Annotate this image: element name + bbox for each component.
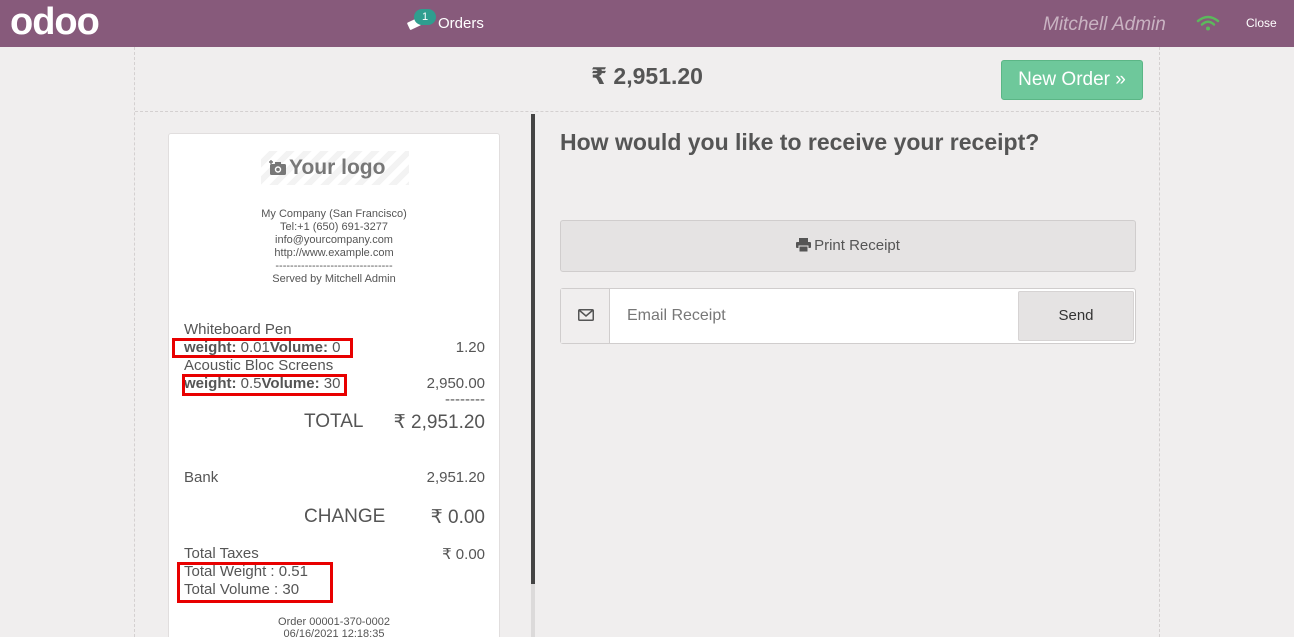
receipt-question: How would you like to receive your recei… [560,129,1040,155]
panel-divider [531,114,535,584]
served-by: Served by Mitchell Admin [272,273,396,285]
receipt-separator: -------- [445,391,485,408]
email-icon-box [561,289,610,343]
payment-amount: 2,951.20 [426,469,485,486]
top-bar: odoo 1 Orders Mitchell Admin Close [0,0,1294,47]
wifi-icon [1196,15,1220,31]
send-button[interactable]: Send [1018,291,1134,341]
company-phone: Tel:+1 (650) 691-3277 [280,221,388,233]
svg-text:odoo: odoo [10,4,99,42]
company-logo-placeholder: Your logo [261,151,409,185]
receipt-item-name: Whiteboard Pen [184,321,292,338]
highlight-box [172,338,353,358]
camera-icon [269,160,286,175]
taxes-label: Total Taxes [184,545,259,562]
print-icon [796,238,812,253]
highlight-box [177,562,333,603]
company-name: My Company (San Francisco) [261,208,407,220]
receipt-total: TOTAL ₹ 2,951.20 [304,411,485,434]
receipt-taxes: Total Taxes ₹ 0.00 [184,545,485,563]
panel-divider-lower [531,584,535,637]
order-number: Order 00001-370-0002 [278,616,390,628]
cashier-name[interactable]: Mitchell Admin [1043,14,1166,36]
receipt-item-price: 1.20 [455,339,485,356]
envelope-icon [578,309,594,321]
receipt-payment-line: Bank 2,951.20 [184,469,485,486]
company-separator: -------------------------------- [275,260,393,272]
receipt-total-value: ₹ 2,951.20 [393,412,485,433]
receipt-item-name: Acoustic Bloc Screens [184,357,334,374]
receipt-total-label: TOTAL [304,411,364,432]
receipt-screen-header: ₹ 2,951.20 New Order » [135,47,1159,112]
change-value: ₹ 0.00 [430,507,485,528]
company-website: http://www.example.com [274,247,394,259]
order-date: 06/16/2021 12:18:35 [283,628,385,637]
order-reference: Order 00001-370-0002 06/16/2021 12:18:35 [169,616,499,637]
print-receipt-label: Print Receipt [814,237,900,254]
logo-text: Your logo [289,156,386,179]
new-order-button[interactable]: New Order » [1001,60,1143,100]
company-email: info@yourcompany.com [275,234,393,246]
receipt-screen: ₹ 2,951.20 New Order » Your logo My Comp… [134,47,1160,637]
email-receipt-form: Send [560,288,1136,344]
close-button[interactable]: Close [1246,16,1277,30]
odoo-logo: odoo [10,4,100,42]
orders-count-badge[interactable]: 1 [414,9,436,25]
payment-method: Bank [184,469,219,486]
receipt-item-price: 2,950.00 [426,375,485,392]
company-info: My Company (San Francisco) Tel:+1 (650) … [169,208,499,286]
change-label: CHANGE [304,506,386,527]
receipt-preview: Your logo My Company (San Francisco) Tel… [168,133,500,637]
email-receipt-input[interactable] [611,289,1017,343]
taxes-value: ₹ 0.00 [442,546,485,563]
orders-button[interactable]: Orders [438,15,484,32]
receipt-change: CHANGE ₹ 0.00 [304,506,485,529]
print-receipt-button[interactable]: Print Receipt [560,220,1136,272]
